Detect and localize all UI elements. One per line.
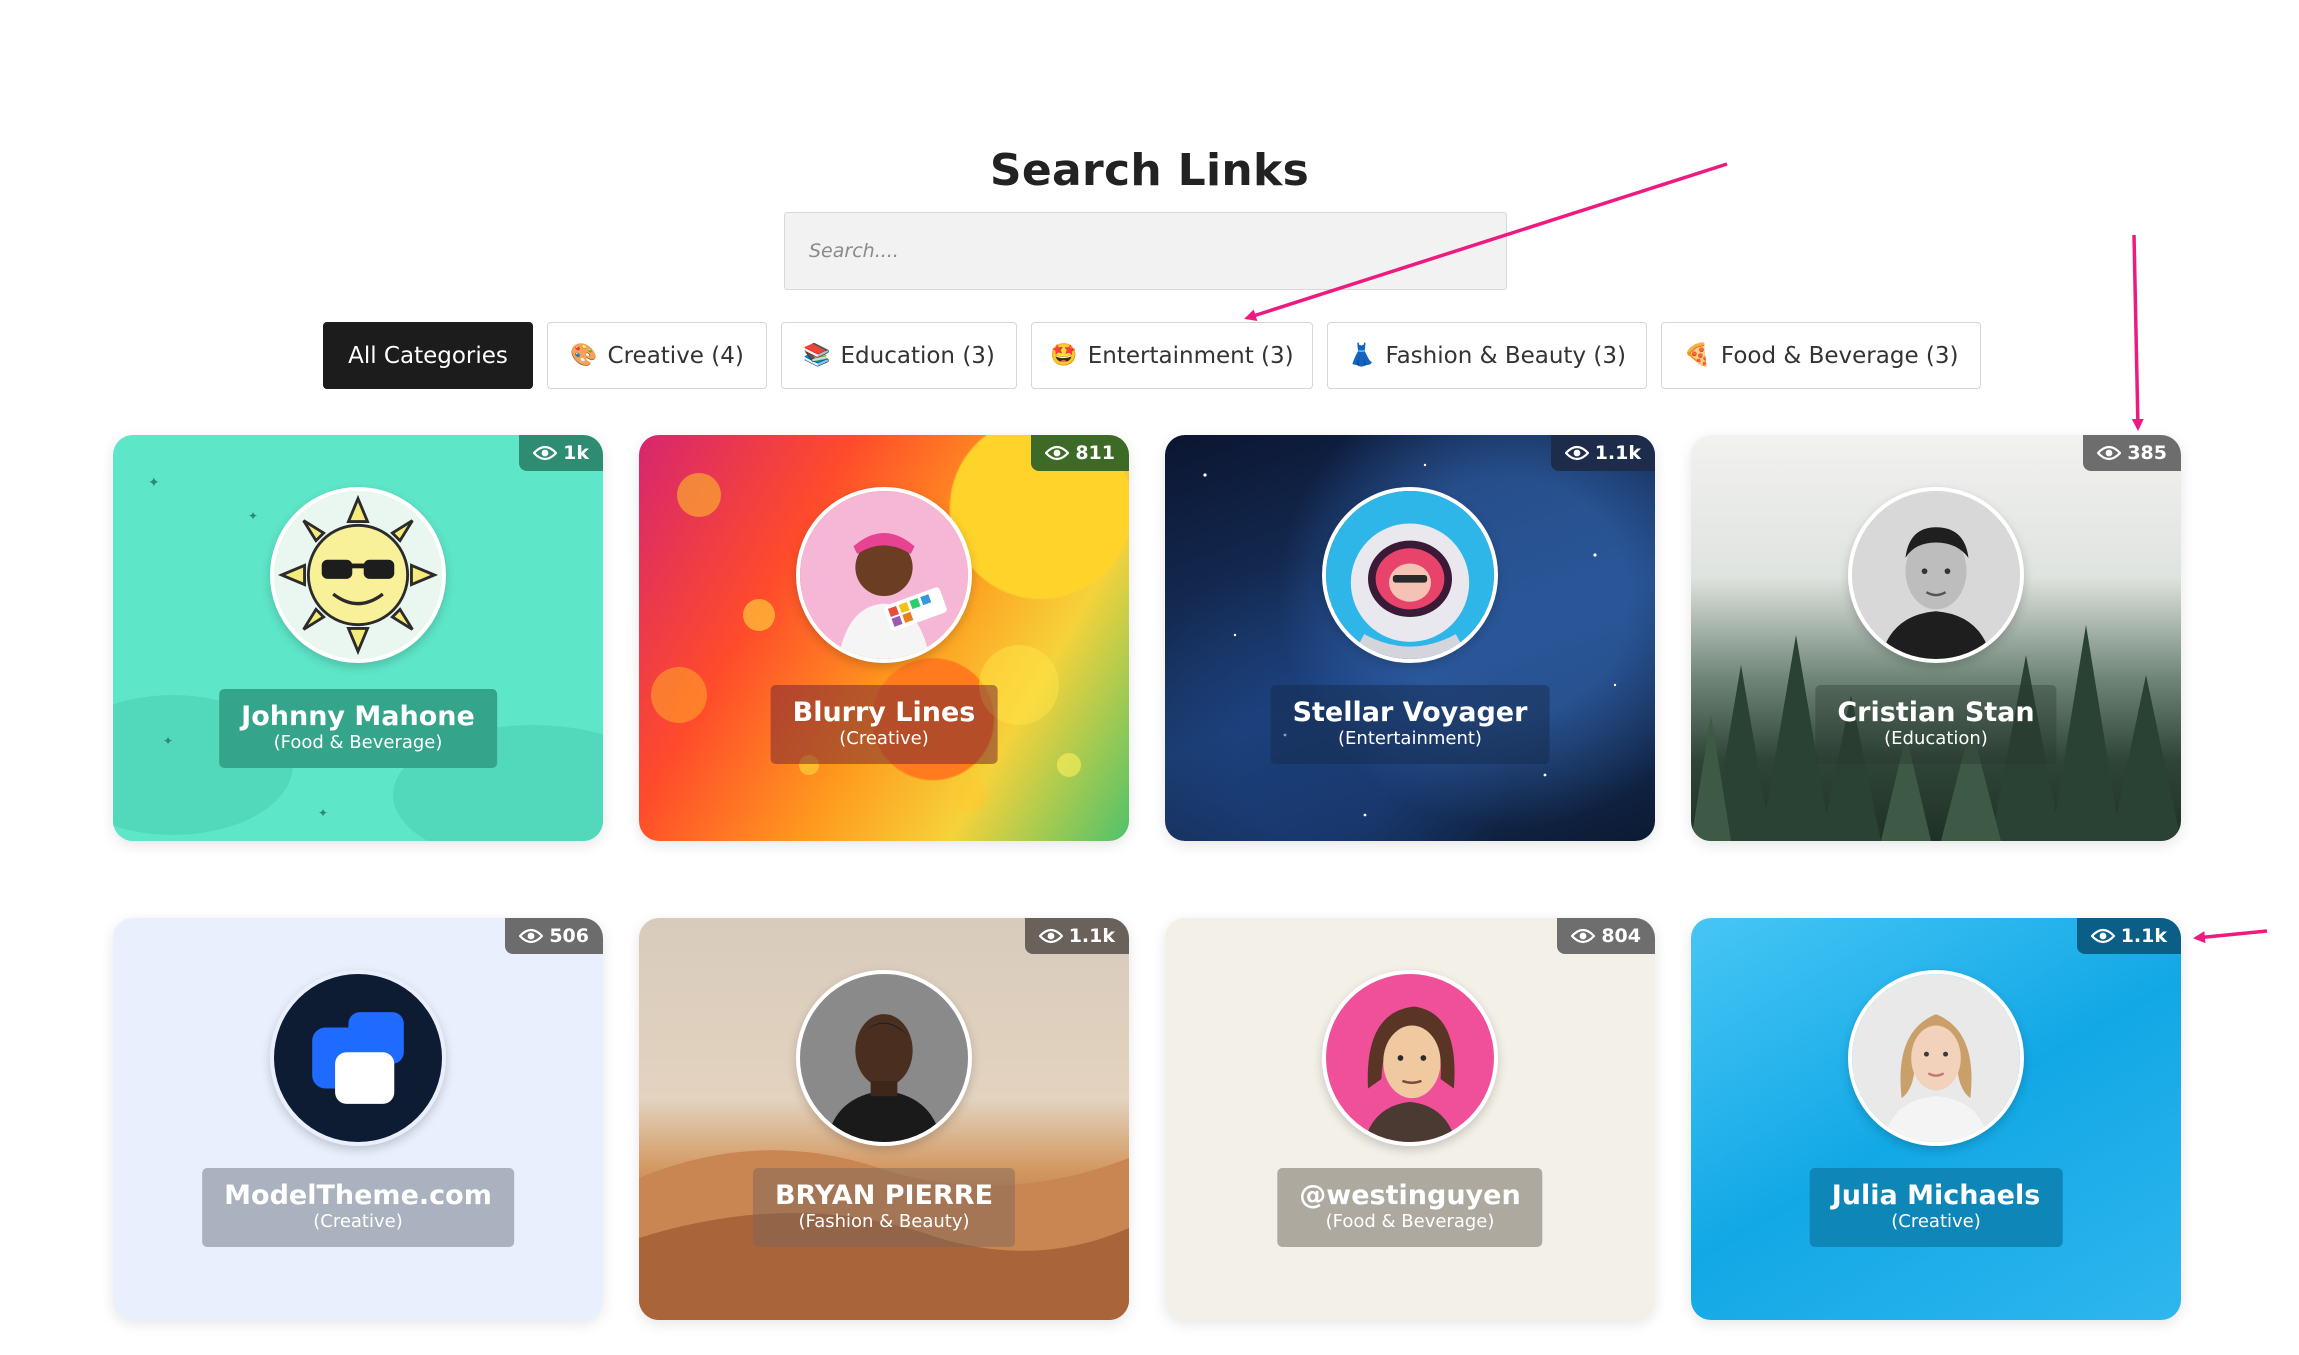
eye-icon: [1564, 445, 1589, 461]
card-name: ModelTheme.com: [224, 1180, 492, 1211]
link-card[interactable]: 1.1k Julia Michaels (Creative): [1691, 918, 2181, 1320]
views-count: 385: [2127, 442, 2167, 464]
dress-icon: 👗: [1348, 342, 1376, 368]
arrow-to-views-badge: [2131, 234, 2144, 431]
card-name: Stellar Voyager: [1292, 697, 1528, 728]
avatar: [796, 487, 972, 663]
astronaut-helmet-image: [1326, 491, 1494, 659]
card-category: (Entertainment): [1338, 728, 1482, 750]
category-all[interactable]: All Categories: [323, 322, 533, 389]
modeltheme-logo-image: [274, 974, 442, 1142]
views-badge: 1.1k: [1024, 918, 1129, 954]
card-category: (Creative): [1891, 1211, 1981, 1233]
link-card[interactable]: 1.1k BRYAN PIERRE (Fashion & Beauty): [639, 918, 1129, 1320]
views-badge: 1k: [519, 435, 603, 471]
views-count: 1.1k: [2120, 925, 2167, 947]
card-label: Julia Michaels (Creative): [1809, 1168, 2063, 1247]
eye-icon: [1045, 445, 1070, 461]
eye-icon: [533, 445, 558, 461]
avatar: [1322, 487, 1498, 663]
card-name: BRYAN PIERRE: [774, 1180, 994, 1211]
man-portrait-bw-image: [1852, 491, 2020, 659]
category-label: Fashion & Beauty (3): [1385, 342, 1626, 369]
page-title: Search Links: [989, 145, 1310, 196]
card-category: (Education): [1884, 728, 1988, 750]
eye-icon: [2090, 928, 2115, 944]
avatar: [270, 487, 446, 663]
card-label: ModelTheme.com (Creative): [202, 1168, 514, 1247]
card-label: Blurry Lines (Creative): [770, 685, 998, 764]
card-label: Johnny Mahone (Food & Beverage): [219, 689, 497, 768]
pizza-icon: 🍕: [1683, 342, 1711, 368]
link-card[interactable]: 506 ModelTheme.com (Creative): [113, 918, 603, 1320]
arrow-to-row2-badge: [2193, 929, 2268, 944]
eye-icon: [2097, 445, 2122, 461]
search-input[interactable]: [784, 212, 1507, 290]
category-fashion-beauty[interactable]: 👗 Fashion & Beauty (3): [1327, 322, 1647, 389]
card-label: @westinguyen (Food & Beverage): [1277, 1168, 1543, 1247]
card-label: Cristian Stan (Education): [1815, 685, 2057, 764]
card-name: Julia Michaels: [1831, 1180, 2041, 1211]
views-badge: 385: [2083, 435, 2181, 471]
svg-text:✦: ✦: [318, 806, 328, 820]
card-name: Blurry Lines: [792, 697, 976, 728]
card-category: (Food & Beverage): [1325, 1211, 1495, 1233]
card-category: (Fashion & Beauty): [798, 1211, 970, 1233]
views-badge: 811: [1031, 435, 1129, 471]
svg-text:✦: ✦: [248, 509, 258, 523]
views-count: 1.1k: [1068, 925, 1115, 947]
avatar: [270, 970, 446, 1146]
views-badge: 506: [505, 918, 603, 954]
category-entertainment[interactable]: 🤩 Entertainment (3): [1031, 322, 1313, 389]
svg-text:✦: ✦: [148, 475, 160, 491]
avatar: [796, 970, 972, 1146]
link-card[interactable]: 804 @westinguyen (Food & Beverage): [1165, 918, 1655, 1320]
avatar: [1848, 970, 2024, 1146]
palette-icon: 🎨: [570, 342, 598, 368]
views-badge: 804: [1557, 918, 1655, 954]
card-label: BRYAN PIERRE (Fashion & Beauty): [752, 1168, 1016, 1247]
link-card[interactable]: 385 Cristian Stan (Education): [1691, 435, 2181, 841]
views-count: 804: [1601, 925, 1641, 947]
sun-sunglasses-image: [274, 491, 442, 659]
card-name: Johnny Mahone: [241, 701, 475, 732]
woman-portrait-image: [1852, 974, 2020, 1142]
link-card[interactable]: 1.1k Stellar Voyager (Entertainment): [1165, 435, 1655, 841]
link-card[interactable]: ✦ ✦ ✦ ✦ 1k Johnny Mahone (Food & Beverag…: [113, 435, 603, 841]
views-badge: 1.1k: [1550, 435, 1655, 471]
svg-text:✦: ✦: [163, 734, 173, 748]
man-black-sweater-image: [800, 974, 968, 1142]
card-category: (Creative): [313, 1211, 403, 1233]
category-education[interactable]: 📚 Education (3): [781, 322, 1017, 389]
eye-icon: [519, 928, 544, 944]
woman-makeup-palette-image: [800, 491, 968, 659]
card-category: (Food & Beverage): [273, 732, 443, 754]
category-label: Entertainment (3): [1087, 342, 1294, 369]
views-count: 1.1k: [1594, 442, 1641, 464]
eye-icon: [1038, 928, 1063, 944]
star-struck-icon: 🤩: [1050, 342, 1078, 368]
card-category: (Creative): [839, 728, 929, 750]
card-label: Stellar Voyager (Entertainment): [1270, 685, 1550, 764]
category-creative[interactable]: 🎨 Creative (4): [547, 322, 767, 389]
card-name: Cristian Stan: [1837, 697, 2035, 728]
illustrated-man-avatar-image: [1326, 974, 1494, 1142]
category-label: Creative (4): [607, 342, 744, 369]
category-label: Food & Beverage (3): [1720, 342, 1959, 369]
category-food-beverage[interactable]: 🍕 Food & Beverage (3): [1661, 322, 1981, 389]
views-count: 811: [1075, 442, 1115, 464]
books-icon: 📚: [803, 342, 831, 368]
category-label: Education (3): [840, 342, 995, 369]
views-count: 1k: [563, 442, 589, 464]
eye-icon: [1571, 928, 1596, 944]
category-label: All Categories: [348, 342, 508, 369]
link-card[interactable]: 811 Blurry Lines (Creative): [639, 435, 1129, 841]
card-name: @westinguyen: [1299, 1180, 1521, 1211]
views-count: 506: [549, 925, 589, 947]
avatar: [1322, 970, 1498, 1146]
avatar: [1848, 487, 2024, 663]
views-badge: 1.1k: [2076, 918, 2181, 954]
